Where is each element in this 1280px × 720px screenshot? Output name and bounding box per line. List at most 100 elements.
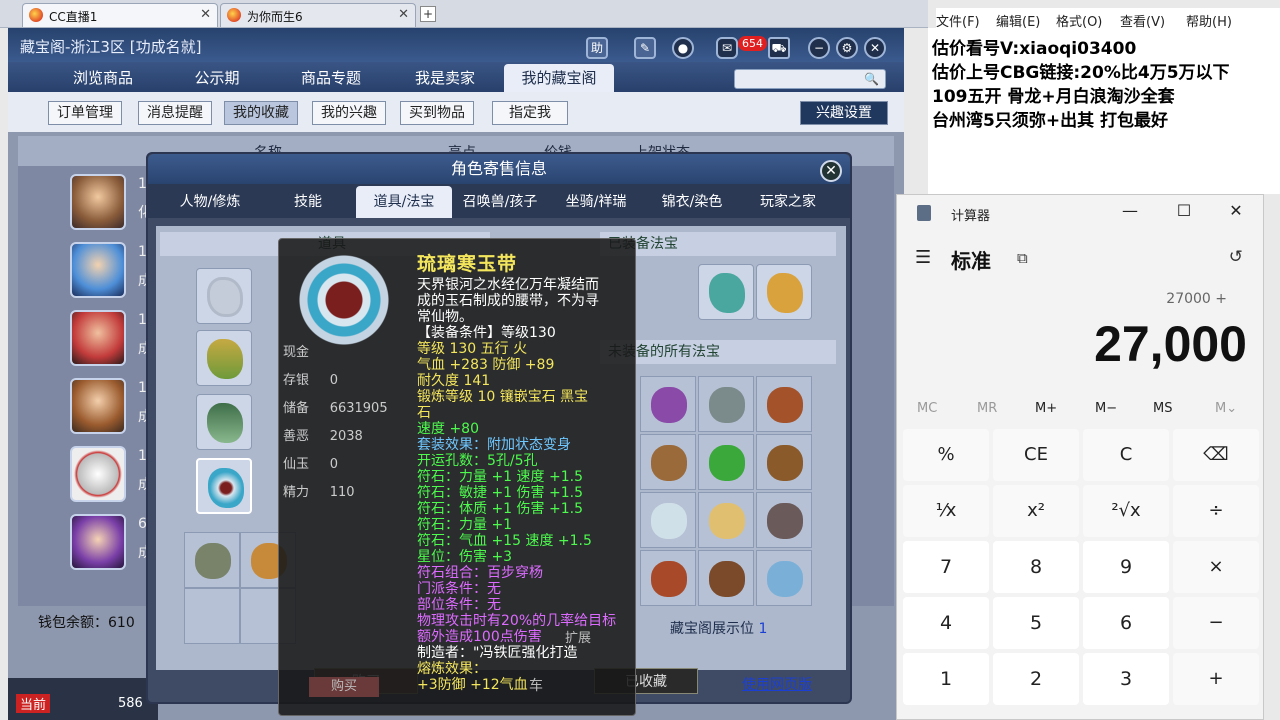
tab-mounts[interactable]: 坐骑/祥瑞: [548, 186, 644, 218]
cart-icon[interactable]: ⛟: [768, 37, 790, 59]
purchased-button[interactable]: 买到物品: [400, 101, 474, 125]
help-button[interactable]: 助: [586, 37, 608, 59]
percent-key[interactable]: %: [903, 429, 989, 481]
tab-skills[interactable]: 技能: [260, 186, 356, 218]
fabao-slot[interactable]: [640, 376, 696, 432]
notepad-editor[interactable]: 估价看号V:xiaoqi03400 估价上号CBG链接:20%比4万5万以下 1…: [928, 28, 1280, 194]
keep-on-top-icon[interactable]: ⧉: [1017, 249, 1028, 267]
fabao-slot[interactable]: [756, 434, 812, 490]
digit-5-key[interactable]: 5: [993, 597, 1079, 649]
close-icon[interactable]: ✕: [1221, 201, 1251, 220]
fabao-slot[interactable]: [698, 376, 754, 432]
close-window-icon[interactable]: ✕: [864, 37, 886, 59]
tab-topics[interactable]: 商品专题: [276, 64, 386, 92]
multiply-key[interactable]: ×: [1173, 541, 1259, 593]
search-icon[interactable]: 🔍: [864, 72, 879, 86]
inventory-slot[interactable]: [184, 588, 240, 644]
memory-list-button[interactable]: M⌄: [1215, 401, 1237, 416]
digit-4-key[interactable]: 4: [903, 597, 989, 649]
close-dialog-icon[interactable]: ✕: [820, 160, 842, 182]
fabao-slot[interactable]: [756, 492, 812, 548]
minimize-icon[interactable]: −: [808, 37, 830, 59]
search-input[interactable]: 🔍: [734, 69, 886, 89]
equip-slot[interactable]: [196, 268, 252, 324]
tab-outfits[interactable]: 锦衣/染色: [644, 186, 740, 218]
fabao-slot[interactable]: [698, 492, 754, 548]
fabao-slot[interactable]: [756, 550, 812, 606]
digit-9-key[interactable]: 9: [1083, 541, 1169, 593]
current-channel-button[interactable]: 当前: [16, 694, 51, 713]
avatar[interactable]: [70, 446, 126, 502]
digit-8-key[interactable]: 8: [993, 541, 1079, 593]
close-tab-icon[interactable]: ✕: [200, 7, 211, 22]
record-icon[interactable]: ●: [672, 37, 694, 59]
inventory-slot[interactable]: [184, 532, 240, 588]
fabao-slot[interactable]: [640, 434, 696, 490]
fabao-slot[interactable]: [640, 492, 696, 548]
message-icon[interactable]: ✉: [716, 37, 738, 59]
memory-recall-button[interactable]: MR: [977, 401, 997, 416]
memory-subtract-button[interactable]: M−: [1095, 401, 1117, 416]
avatar[interactable]: [70, 310, 126, 366]
web-version-link[interactable]: 使用网页版: [742, 674, 812, 694]
equip-slot[interactable]: [196, 330, 252, 386]
equipped-fabao[interactable]: [698, 264, 754, 320]
minimize-icon[interactable]: —: [1115, 201, 1145, 220]
reciprocal-key[interactable]: ¹⁄x: [903, 485, 989, 537]
tab-public[interactable]: 公示期: [162, 64, 272, 92]
digit-3-key[interactable]: 3: [1083, 653, 1169, 705]
divide-key[interactable]: ÷: [1173, 485, 1259, 537]
backspace-key[interactable]: ⌫: [1173, 429, 1259, 481]
selected-equip-slot[interactable]: [196, 458, 252, 514]
assigned-button[interactable]: 指定我: [492, 101, 568, 125]
tab-browse[interactable]: 浏览商品: [48, 64, 158, 92]
fabao-slot[interactable]: [640, 550, 696, 606]
fabao-slot[interactable]: [698, 550, 754, 606]
interest-settings-button[interactable]: 兴趣设置: [800, 101, 888, 125]
minus-key[interactable]: −: [1173, 597, 1259, 649]
tooltip-line: 气血 +283 防御 +89: [417, 357, 555, 373]
tab-character[interactable]: 人物/修炼: [162, 186, 258, 218]
tab-items[interactable]: 道具/法宝: [356, 186, 452, 218]
settings-gear-icon[interactable]: ⚙: [836, 37, 858, 59]
avatar[interactable]: [70, 174, 126, 230]
equipped-fabao[interactable]: [756, 264, 812, 320]
hamburger-menu-icon[interactable]: ☰: [915, 247, 931, 268]
memory-add-button[interactable]: M+: [1035, 401, 1057, 416]
tooltip-line: 开运孔数：5孔/5孔: [417, 453, 538, 469]
my-interests-button[interactable]: 我的兴趣: [312, 101, 386, 125]
memory-clear-button[interactable]: MC: [917, 401, 937, 416]
digit-7-key[interactable]: 7: [903, 541, 989, 593]
plus-key[interactable]: +: [1173, 653, 1259, 705]
fabao-slot[interactable]: [756, 376, 812, 432]
browser-tab-game[interactable]: 为你而生6 ✕: [220, 3, 416, 27]
tab-seller[interactable]: 我是卖家: [390, 64, 500, 92]
messages-button[interactable]: 消息提醒: [138, 101, 212, 125]
pin-icon[interactable]: ✎: [634, 37, 656, 59]
square-root-key[interactable]: ²√x: [1083, 485, 1169, 537]
avatar[interactable]: [70, 242, 126, 298]
memory-store-button[interactable]: MS: [1153, 401, 1172, 416]
avatar[interactable]: [70, 378, 126, 434]
fabao-slot[interactable]: [698, 434, 754, 490]
close-tab-icon[interactable]: ✕: [398, 7, 409, 22]
orders-button[interactable]: 订单管理: [48, 101, 122, 125]
tooltip-line: 天界银河之水经亿万年凝结而: [417, 277, 599, 293]
tab-my-cbg[interactable]: 我的藏宝阁: [504, 64, 614, 92]
favorites-button[interactable]: 我的收藏: [224, 101, 298, 125]
equip-slot[interactable]: [196, 394, 252, 450]
digit-2-key[interactable]: 2: [993, 653, 1079, 705]
buy-button-shadow[interactable]: 购买: [309, 677, 379, 697]
digit-1-key[interactable]: 1: [903, 653, 989, 705]
clear-entry-key[interactable]: CE: [993, 429, 1079, 481]
tab-pets[interactable]: 召唤兽/孩子: [452, 186, 548, 218]
browser-tab-cc[interactable]: CC直播1 ✕: [22, 3, 218, 27]
maximize-icon[interactable]: ☐: [1169, 201, 1199, 220]
square-key[interactable]: x²: [993, 485, 1079, 537]
digit-6-key[interactable]: 6: [1083, 597, 1169, 649]
avatar[interactable]: [70, 514, 126, 570]
history-icon[interactable]: ↺: [1229, 247, 1243, 267]
clear-key[interactable]: C: [1083, 429, 1169, 481]
new-tab-button[interactable]: +: [420, 6, 436, 22]
tab-home[interactable]: 玩家之家: [740, 186, 836, 218]
